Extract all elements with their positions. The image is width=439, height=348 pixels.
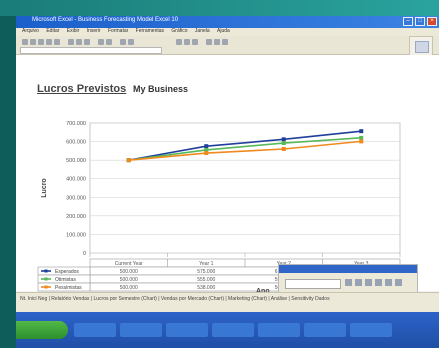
data-point bbox=[359, 135, 364, 140]
y-tick-label: 700.000 bbox=[66, 121, 86, 127]
menu-formatar[interactable]: Formatar bbox=[108, 28, 128, 34]
by-column-icon[interactable] bbox=[395, 279, 402, 286]
y-tick-label: 600.000 bbox=[66, 140, 86, 146]
zoom-icon[interactable] bbox=[128, 39, 134, 45]
chart-object-combo[interactable] bbox=[285, 279, 341, 289]
chart-header: Lucros Previstos My Business bbox=[37, 83, 297, 99]
preview-icon[interactable] bbox=[54, 39, 60, 45]
data-point bbox=[359, 139, 364, 144]
data-point bbox=[281, 147, 286, 151]
data-point bbox=[281, 137, 286, 142]
taskbar-item-6[interactable] bbox=[304, 323, 346, 337]
window-controls: – □ × bbox=[403, 17, 437, 26]
align-center-icon[interactable] bbox=[214, 39, 220, 45]
italic-icon[interactable] bbox=[184, 39, 190, 45]
align-right-icon[interactable] bbox=[222, 39, 228, 45]
cut-icon[interactable] bbox=[68, 39, 74, 45]
y-tick-label: 300.000 bbox=[66, 195, 86, 201]
chart-sheet: Lucros Previstos My Business 0 100.000 200… bbox=[16, 55, 439, 295]
legend-label: Otimistas bbox=[55, 277, 76, 283]
windows-taskbar bbox=[16, 312, 439, 348]
window-titlebar: Microsoft Excel - Business Forecasting M… bbox=[16, 16, 439, 28]
data-point bbox=[204, 144, 209, 149]
save-icon[interactable] bbox=[38, 39, 44, 45]
excel-screen: Microsoft Excel - Business Forecasting M… bbox=[16, 16, 439, 348]
paste-icon[interactable] bbox=[84, 39, 90, 45]
window-title: Microsoft Excel - Business Forecasting M… bbox=[32, 17, 179, 23]
menu-exibir[interactable]: Exibir bbox=[67, 28, 80, 34]
toolbar bbox=[16, 36, 439, 55]
sheet-tabs[interactable]: Nt. Inici Neg | Relatório Vendas | Lucro… bbox=[20, 296, 330, 302]
close-button[interactable]: × bbox=[427, 17, 437, 26]
open-icon[interactable] bbox=[30, 39, 36, 45]
data-table-value: 538.000 bbox=[197, 285, 215, 291]
format-chart-icon[interactable] bbox=[345, 279, 352, 286]
data-table-icon[interactable] bbox=[375, 279, 382, 286]
taskbar-item-3[interactable] bbox=[166, 323, 208, 337]
data-table-value: 500.000 bbox=[120, 269, 138, 275]
redo-icon[interactable] bbox=[106, 39, 112, 45]
x-tick-label: Year 1 bbox=[199, 261, 213, 267]
data-point bbox=[204, 151, 209, 156]
menu-ajuda[interactable]: Ajuda bbox=[217, 28, 230, 34]
menu-grafico[interactable]: Gráfico bbox=[171, 28, 187, 34]
floating-toolbar-header[interactable] bbox=[279, 265, 417, 273]
taskbar-item-1[interactable] bbox=[74, 323, 116, 337]
legend-marker bbox=[44, 285, 48, 289]
legend-marker bbox=[44, 269, 48, 273]
data-point bbox=[126, 158, 131, 163]
print-icon[interactable] bbox=[46, 39, 52, 45]
menu-janela[interactable]: Janela bbox=[195, 28, 210, 34]
taskbar-item-2[interactable] bbox=[120, 323, 162, 337]
teal-left-shadow bbox=[0, 16, 16, 348]
menu-ferramentas[interactable]: Ferramentas bbox=[136, 28, 164, 34]
undo-icon[interactable] bbox=[98, 39, 104, 45]
y-tick-label: 200.000 bbox=[66, 214, 86, 220]
data-table-value: 575.000 bbox=[197, 269, 215, 275]
chart-subtitle: My Business bbox=[133, 84, 189, 94]
teal-top-bevel bbox=[0, 0, 439, 16]
menubar: Arquivo Editar Exibir Inserir Formatar F… bbox=[16, 28, 439, 36]
taskbar-item-7[interactable] bbox=[350, 323, 392, 337]
menu-inserir[interactable]: Inserir bbox=[87, 28, 101, 34]
start-button[interactable] bbox=[16, 321, 68, 339]
y-tick-label: 400.000 bbox=[66, 177, 86, 183]
taskbar-item-4[interactable] bbox=[212, 323, 254, 337]
data-table-value: 500.000 bbox=[120, 285, 138, 291]
align-left-icon[interactable] bbox=[206, 39, 212, 45]
minimize-button[interactable]: – bbox=[403, 17, 413, 26]
y-tick-label: 500.000 bbox=[66, 158, 86, 164]
y-tick-label: 100.000 bbox=[66, 232, 86, 238]
x-tick-label: Current Year bbox=[115, 261, 143, 267]
y-tick-label: 0 bbox=[83, 251, 86, 257]
legend-marker bbox=[44, 277, 48, 281]
legend-icon[interactable] bbox=[365, 279, 372, 286]
maximize-button[interactable]: □ bbox=[415, 17, 425, 26]
formula-bar[interactable] bbox=[20, 47, 162, 54]
legend-label: Pessimistas bbox=[55, 285, 82, 291]
menu-arquivo[interactable]: Arquivo bbox=[22, 28, 39, 34]
data-point bbox=[359, 129, 364, 134]
taskbar-item-5[interactable] bbox=[258, 323, 300, 337]
chart-icon[interactable] bbox=[120, 39, 126, 45]
legend-label: Esperados bbox=[55, 269, 79, 275]
by-row-icon[interactable] bbox=[385, 279, 392, 286]
bold-icon[interactable] bbox=[176, 39, 182, 45]
underline-icon[interactable] bbox=[192, 39, 198, 45]
chart-type-icon[interactable] bbox=[355, 279, 362, 286]
data-table-value: 500.000 bbox=[120, 277, 138, 283]
chart-title: Lucros Previstos bbox=[37, 83, 127, 95]
data-point bbox=[281, 141, 286, 146]
copy-icon[interactable] bbox=[76, 39, 82, 45]
new-icon[interactable] bbox=[22, 39, 28, 45]
y-axis-label: Lucro bbox=[41, 178, 48, 197]
menu-editar[interactable]: Editar bbox=[46, 28, 59, 34]
data-table-value: 555.000 bbox=[197, 277, 215, 283]
sheet-tabs-bar: Nt. Inici Neg | Relatório Vendas | Lucro… bbox=[16, 292, 439, 313]
